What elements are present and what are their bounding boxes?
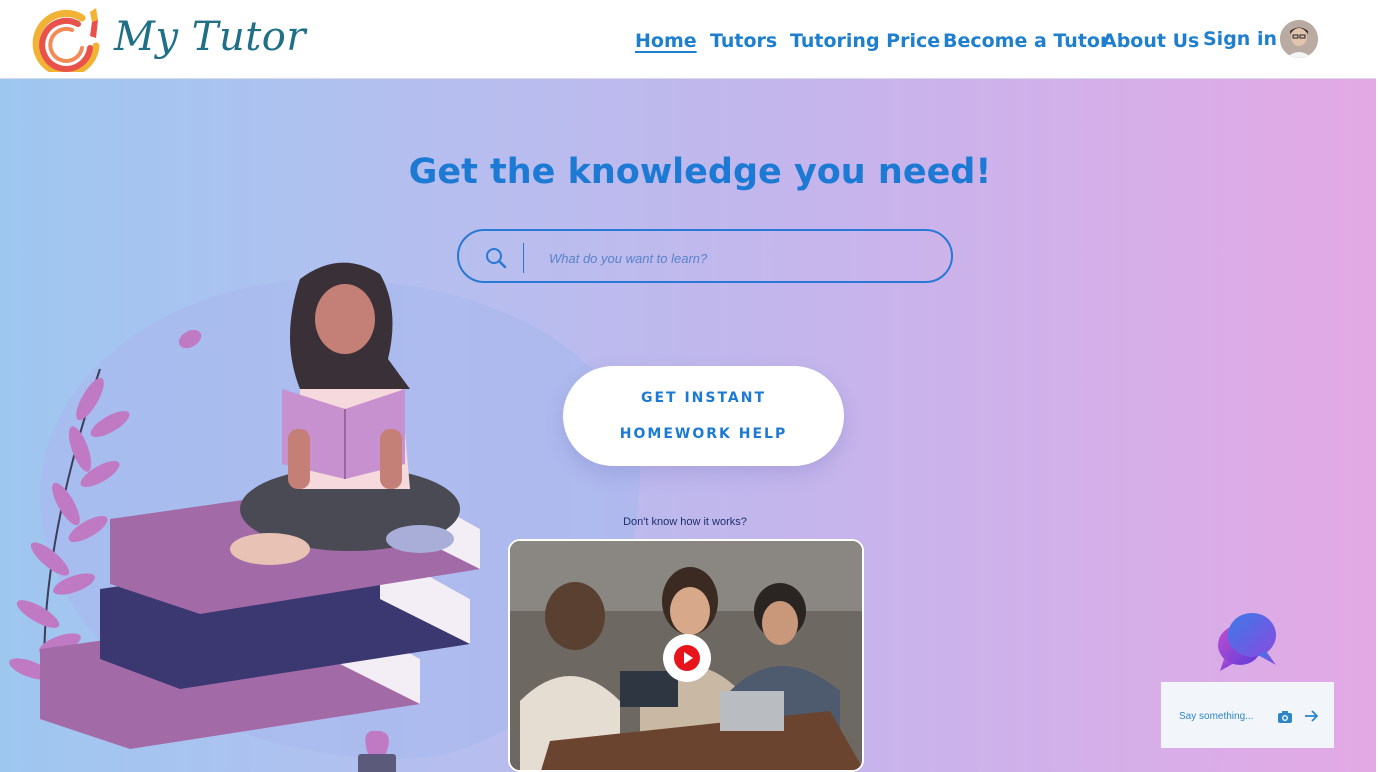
homework-help-button[interactable]: GET INSTANT HOMEWORK HELP	[563, 366, 844, 466]
nav-tutoring-price[interactable]: Tutoring Price	[790, 30, 940, 52]
search-input[interactable]	[547, 243, 941, 273]
nav-become-tutor[interactable]: Become a Tutor	[943, 30, 1109, 52]
search-icon[interactable]	[485, 247, 507, 269]
cta-line-2: HOMEWORK HELP	[619, 426, 788, 442]
chat-input[interactable]	[1177, 706, 1271, 726]
hero-headline: Get the knowledge you need!	[408, 152, 992, 192]
video-caption: Don't know how it works?	[623, 516, 747, 528]
intro-video[interactable]	[508, 539, 864, 772]
nav-tutors[interactable]: Tutors	[710, 30, 777, 52]
nav-home[interactable]: Home	[635, 30, 697, 52]
play-icon	[674, 645, 700, 671]
search-divider	[523, 243, 524, 273]
send-arrow-icon[interactable]	[1303, 708, 1319, 724]
user-avatar[interactable]	[1280, 20, 1318, 58]
search-bar[interactable]	[457, 229, 953, 283]
camera-icon[interactable]	[1278, 711, 1292, 723]
brand-name[interactable]: My Tutor	[114, 14, 306, 60]
chat-bubble-icon[interactable]	[1216, 609, 1280, 673]
chat-widget	[1161, 682, 1334, 748]
reading-girl-illustration	[9, 262, 480, 772]
nav-sign-in[interactable]: Sign in	[1203, 28, 1277, 50]
page-edge	[1376, 0, 1380, 772]
top-navbar: My Tutor Home Tutors Tutoring Price Beco…	[0, 0, 1380, 79]
nav-about-us[interactable]: About Us	[1102, 30, 1199, 52]
logo-icon[interactable]	[30, 6, 104, 77]
hero-section: Get the knowledge you need! GET INSTANT …	[0, 79, 1376, 772]
play-button[interactable]	[663, 634, 711, 682]
cta-line-1: GET INSTANT	[640, 390, 767, 406]
